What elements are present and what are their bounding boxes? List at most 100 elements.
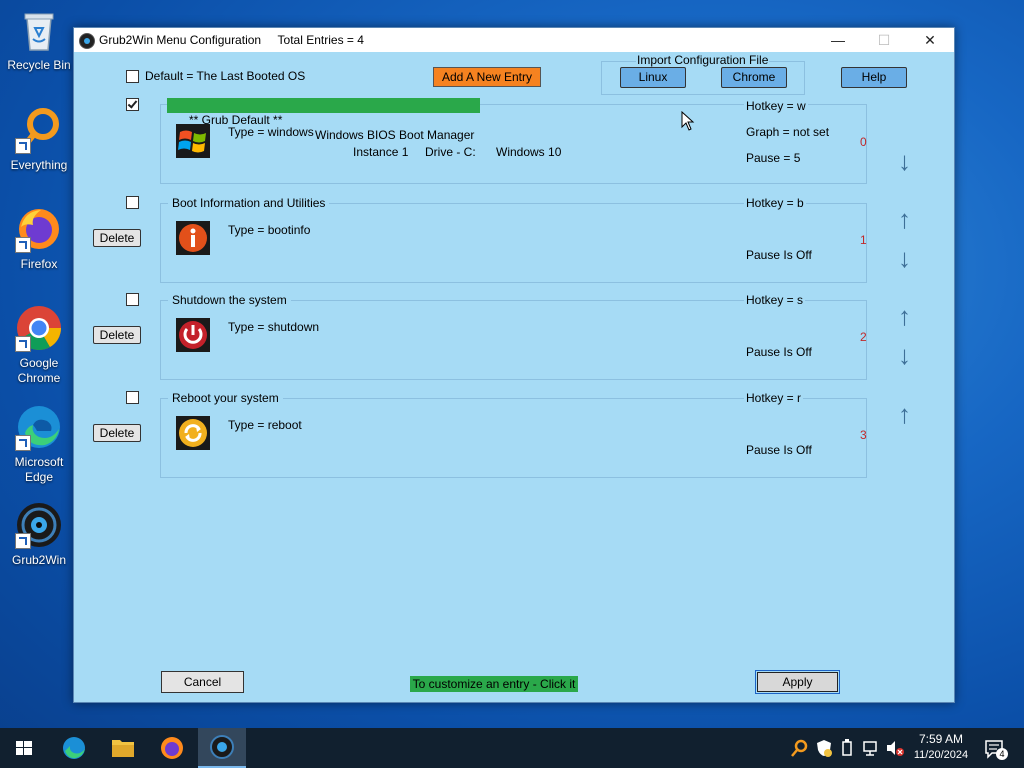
- mouse-cursor-icon: [681, 110, 695, 131]
- entry-3-type: Type = reboot: [228, 418, 302, 432]
- notification-count-badge: 4: [996, 748, 1008, 760]
- desktop-icon-microsoft-edge[interactable]: Microsoft Edge: [3, 403, 75, 485]
- entry-2-delete-button[interactable]: Delete: [93, 326, 141, 344]
- entry-3-title: Reboot your system: [168, 391, 283, 405]
- entry-3-pause: Pause Is Off: [746, 443, 812, 457]
- maximize-button[interactable]: ☐: [861, 28, 907, 52]
- grub2win-icon: [210, 735, 234, 759]
- info-icon: [176, 221, 210, 255]
- entry-2-move-up-arrow-icon[interactable]: ↑: [898, 303, 911, 329]
- entry-2-hotkey: Hotkey = s: [744, 293, 806, 307]
- entry-1-checkbox[interactable]: [126, 196, 139, 209]
- import-config-label: Import Configuration File: [636, 53, 770, 67]
- entry-1-move-down-arrow-icon[interactable]: ↓: [898, 245, 911, 271]
- entry-0-type: Type = windows: [228, 125, 314, 139]
- firefox-icon: [161, 737, 183, 759]
- entry-2-number: 2: [860, 330, 867, 344]
- desktop-icon-everything[interactable]: Everything: [3, 106, 75, 173]
- tray-everything-icon[interactable]: [790, 738, 808, 758]
- entry-2-type: Type = shutdown: [228, 320, 320, 334]
- entry-1-number: 1: [860, 233, 867, 247]
- desktop-icon-google-chrome[interactable]: Google Chrome: [3, 304, 75, 386]
- entry-2-move-down-arrow-icon[interactable]: ↓: [898, 342, 911, 368]
- apply-button[interactable]: Apply: [755, 670, 840, 694]
- clock-date[interactable]: 11/20/2024: [908, 749, 974, 761]
- taskbar-grub2win-button[interactable]: [198, 728, 246, 768]
- entry-0-number: 0: [860, 135, 867, 149]
- desktop-icon-label: Grub2Win: [11, 553, 67, 567]
- entry-1-hotkey: Hotkey = b: [744, 196, 806, 210]
- desktop-icon-label: Firefox: [20, 257, 58, 271]
- desktop-icon-label: Recycle Bin: [7, 58, 71, 72]
- entry-0-drive: Drive - C:: [425, 145, 476, 159]
- windows-start-icon: [16, 741, 32, 755]
- add-new-entry-button[interactable]: Add A New Entry: [433, 67, 541, 87]
- customize-hint: To customize an entry - Click it: [410, 676, 578, 692]
- grub2win-app-icon: [79, 33, 95, 49]
- import-chrome-button[interactable]: Chrome: [721, 67, 787, 88]
- action-center-button[interactable]: 4: [984, 738, 1008, 760]
- entry-0-title-bar[interactable]: ** Grub Default ** Windows BIOS Boot Man…: [167, 98, 480, 142]
- entry-1-type: Type = bootinfo: [228, 223, 311, 237]
- shortcut-arrow-icon: [15, 336, 31, 352]
- title-bar[interactable]: Grub2Win Menu Configuration Total Entrie…: [74, 28, 954, 52]
- entry-3-move-up-arrow-icon[interactable]: ↑: [898, 401, 911, 427]
- edge-icon: [15, 403, 63, 451]
- entry-3-hotkey: Hotkey = r: [744, 391, 804, 405]
- tray-volume-muted-icon[interactable]: [885, 739, 905, 757]
- windows-logo-icon: [176, 124, 210, 158]
- tray-security-icon[interactable]: [815, 738, 833, 758]
- default-checkbox[interactable]: [126, 70, 139, 83]
- entry-0-os: Windows 10: [496, 145, 562, 159]
- window-title: Grub2Win Menu Configuration Total Entrie…: [99, 33, 364, 47]
- cancel-button[interactable]: Cancel: [161, 671, 244, 693]
- shortcut-arrow-icon: [15, 138, 31, 154]
- taskbar: 7:59 AM 11/20/2024 4: [0, 728, 1024, 768]
- entry-0-checkbox[interactable]: [126, 98, 139, 111]
- entry-0-move-down-arrow-icon[interactable]: ↓: [898, 148, 911, 174]
- firefox-icon: [15, 205, 63, 253]
- help-button[interactable]: Help: [841, 67, 907, 88]
- entry-0-instance: Instance 1: [353, 145, 409, 159]
- tray-network-icon[interactable]: [862, 739, 880, 757]
- desktop-icon-grub2win[interactable]: Grub2Win: [3, 501, 75, 568]
- taskbar-firefox-button[interactable]: [148, 728, 196, 768]
- desktop-icon-recycle-bin[interactable]: Recycle Bin: [3, 6, 75, 73]
- entry-2-title: Shutdown the system: [168, 293, 291, 307]
- power-icon: [176, 318, 210, 352]
- entry-1-move-up-arrow-icon[interactable]: ↑: [898, 206, 911, 232]
- desktop-icon-firefox[interactable]: Firefox: [3, 205, 75, 272]
- shortcut-arrow-icon: [15, 533, 31, 549]
- desktop-icon-label: Everything: [10, 158, 68, 172]
- entry-2-checkbox[interactable]: [126, 293, 139, 306]
- tray-usb-icon[interactable]: [840, 738, 854, 758]
- entry-2-box[interactable]: [160, 300, 867, 380]
- entry-1-box[interactable]: [160, 203, 867, 283]
- default-label: Default = The Last Booted OS: [145, 69, 306, 83]
- minimize-button[interactable]: —: [815, 28, 861, 52]
- grub2win-icon: [15, 501, 63, 549]
- close-button[interactable]: ✕: [907, 28, 953, 52]
- edge-icon: [63, 737, 85, 759]
- entry-1-pause: Pause Is Off: [746, 248, 812, 262]
- entry-0-graph: Graph = not set: [746, 125, 830, 139]
- start-button[interactable]: [0, 728, 48, 768]
- desktop-icon-label: Google Chrome: [17, 356, 61, 385]
- entry-3-box[interactable]: [160, 398, 867, 478]
- taskbar-edge-button[interactable]: [50, 728, 98, 768]
- entry-3-delete-button[interactable]: Delete: [93, 424, 141, 442]
- desktop-icon-label: Microsoft Edge: [14, 455, 64, 484]
- everything-search-icon: [15, 106, 63, 154]
- recycle-bin-icon: [15, 6, 63, 54]
- entry-3-number: 3: [860, 428, 867, 442]
- import-linux-button[interactable]: Linux: [620, 67, 686, 88]
- chrome-icon: [15, 304, 63, 352]
- clock-time[interactable]: 7:59 AM: [910, 732, 972, 746]
- entry-3-checkbox[interactable]: [126, 391, 139, 404]
- entry-1-delete-button[interactable]: Delete: [93, 229, 141, 247]
- shortcut-arrow-icon: [15, 435, 31, 451]
- folder-icon: [112, 740, 134, 757]
- entry-0-title: Windows BIOS Boot Manager: [315, 128, 475, 142]
- entry-0-hotkey: Hotkey = w: [744, 99, 808, 113]
- taskbar-file-explorer-button[interactable]: [99, 728, 147, 768]
